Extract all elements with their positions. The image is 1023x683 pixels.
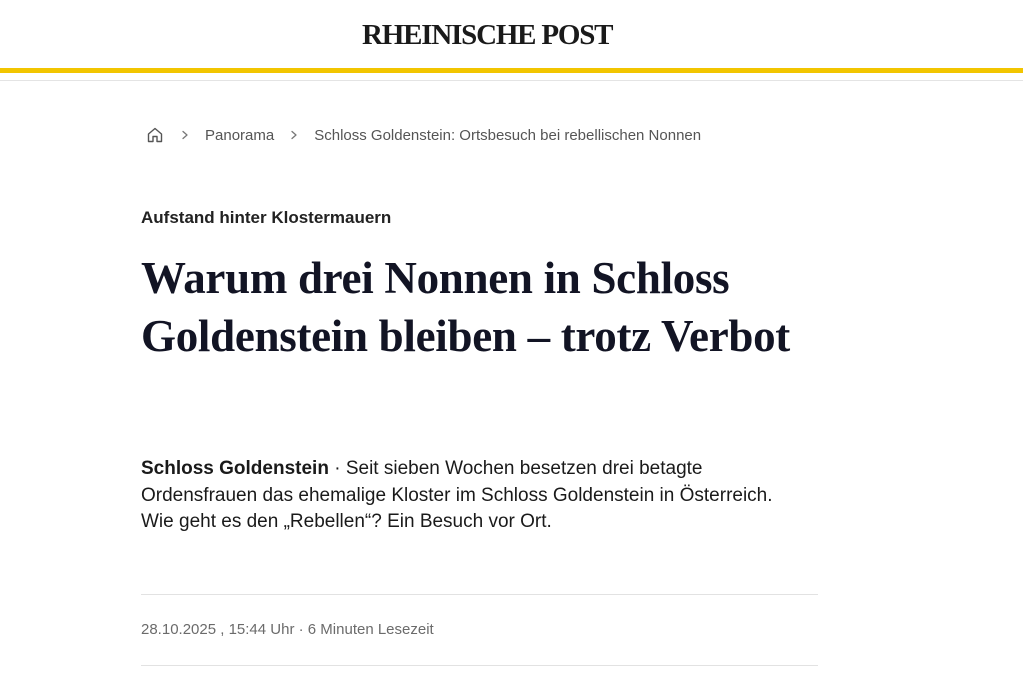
breadcrumb: Panorama Schloss Goldenstein: Ortsbesuch… [145, 124, 701, 146]
article-kicker: Aufstand hinter Klostermauern [141, 208, 392, 227]
header-divider [0, 80, 1023, 81]
reading-time: 6 Minuten Lesezeit [307, 621, 434, 638]
meta-divider-top [141, 594, 818, 595]
breadcrumb-item-panorama[interactable]: Panorama [205, 127, 274, 144]
site-logo[interactable]: RHEINISCHE POST [362, 18, 614, 52]
article-meta: 28.10.2025 , 15:44 Uhr · 6 Minuten Lesez… [141, 620, 434, 640]
article-headline: Warum drei Nonnen in Schloss Goldenstein… [141, 253, 790, 361]
publish-date: 28.10.2025 , 15:44 Uhr [141, 621, 295, 638]
dateline-separator: · [328, 458, 346, 479]
home-icon[interactable] [145, 125, 165, 145]
meta-divider-bottom [141, 665, 818, 666]
article-dateline: Schloss Goldenstein [141, 458, 329, 479]
header-accent-bar [0, 68, 1023, 73]
chevron-right-icon [179, 129, 191, 141]
meta-separator: · [294, 621, 308, 638]
breadcrumb-item-current[interactable]: Schloss Goldenstein: Ortsbesuch bei rebe… [314, 127, 701, 144]
article-teaser: Schloss Goldenstein · Seit sieben Wochen… [141, 456, 801, 536]
chevron-right-icon [288, 129, 300, 141]
site-header: RHEINISCHE POST [0, 0, 1023, 68]
